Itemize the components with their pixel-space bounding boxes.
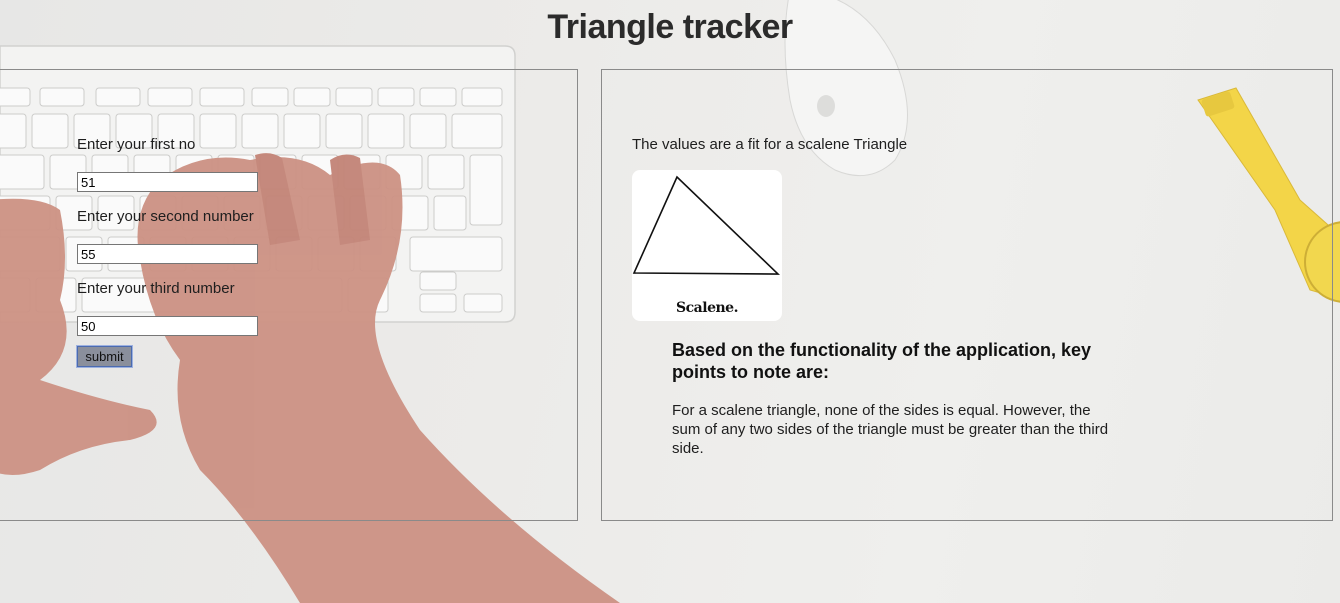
result-message: The values are a fit for a scalene Trian… bbox=[632, 136, 908, 153]
second-number-input[interactable] bbox=[77, 244, 258, 264]
notes-heading: Based on the functionality of the applic… bbox=[672, 340, 1092, 382]
submit-button[interactable]: submit bbox=[76, 345, 133, 368]
notes-body: For a scalene triangle, none of the side… bbox=[672, 402, 1109, 457]
third-number-input[interactable] bbox=[77, 316, 258, 336]
scalene-triangle-icon bbox=[632, 175, 781, 275]
scalene-triangle-image: Scalene. bbox=[632, 170, 782, 321]
page-title: Triangle tracker bbox=[547, 8, 793, 46]
second-number-label: Enter your second number bbox=[77, 208, 254, 225]
triangle-caption: Scalene. bbox=[676, 300, 738, 316]
third-number-label: Enter your third number bbox=[77, 280, 235, 297]
first-number-input[interactable] bbox=[77, 172, 258, 192]
first-number-label: Enter your first no bbox=[77, 136, 196, 153]
